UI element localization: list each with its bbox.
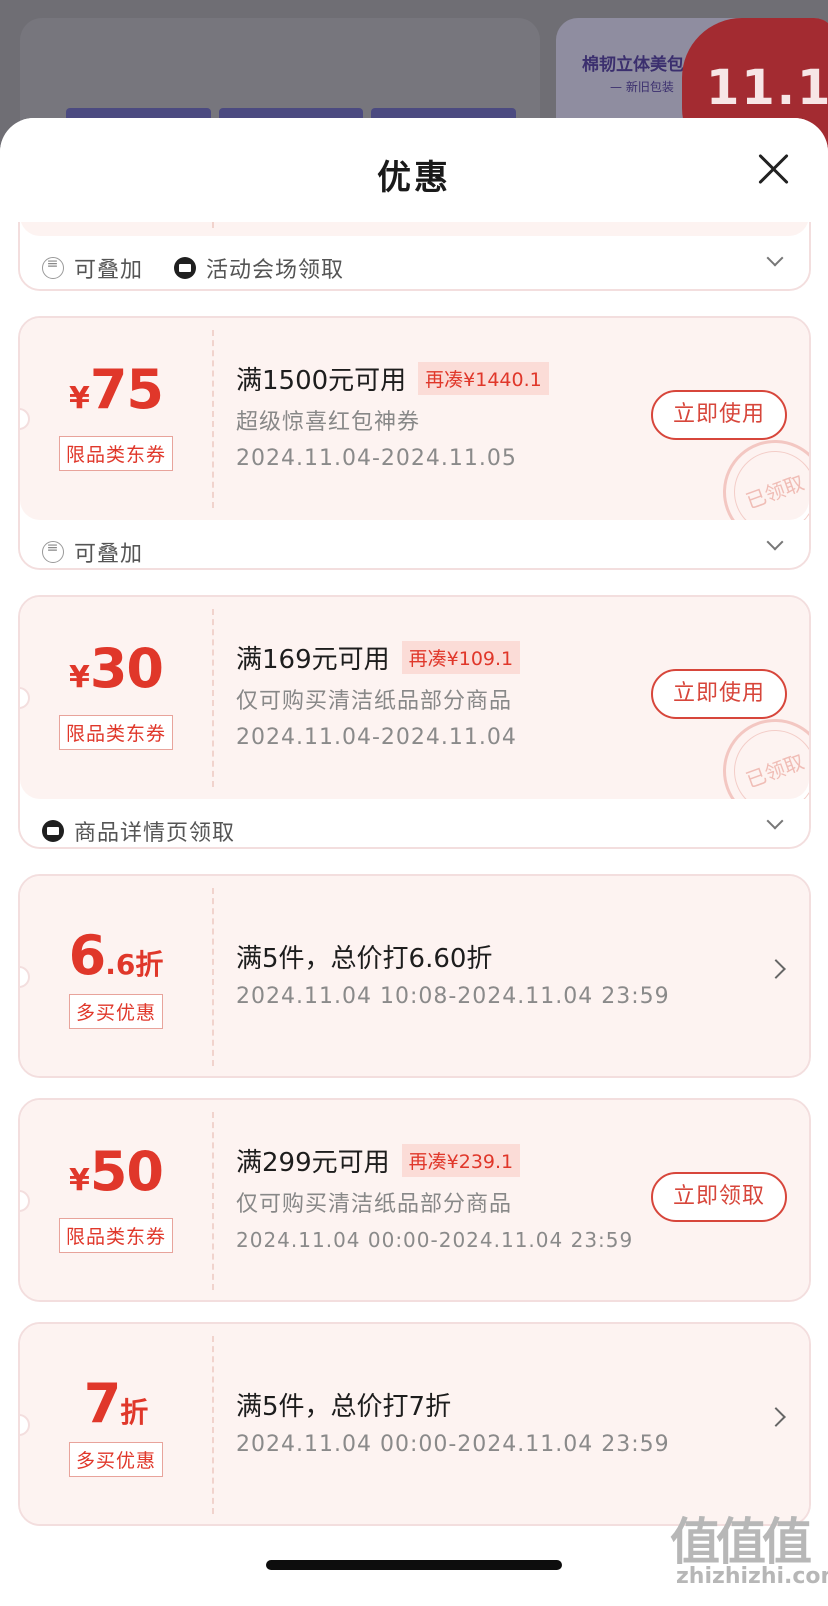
- coupon-group[interactable]: 7折 多买优惠 满5件，总价打7折 2024.11.04 00:00-2024.…: [18, 1322, 811, 1526]
- coupon-type-tag: 限品类东券: [58, 1218, 174, 1253]
- coupon-footer[interactable]: 商品详情页领取: [20, 799, 809, 847]
- use-now-button[interactable]: 立即使用: [651, 669, 787, 719]
- chevron-down-icon[interactable]: [766, 249, 784, 267]
- banner-subtitle: — 新旧包装: [610, 80, 674, 94]
- stackable-label: 可叠加: [42, 252, 143, 284]
- coupon-type-tag: 限品类东券: [58, 715, 174, 750]
- coupon-condition: 满299元可用 再凑¥239.1: [236, 1142, 521, 1179]
- close-icon[interactable]: [756, 152, 790, 186]
- sheet-title: 优惠: [377, 158, 451, 198]
- coupon-condition: 满5件，总价打6.60折: [236, 944, 493, 974]
- coupon-type-tag: 多买优惠: [68, 1442, 164, 1477]
- coupon-card: ¥30 限品类东券 满169元可用 再凑¥109.1 仅可购买清洁纸品部分商品 2…: [20, 597, 809, 838]
- claim-now-button[interactable]: 立即领取: [651, 1172, 787, 1222]
- source-label: 商品详情页领取: [42, 815, 235, 847]
- chevron-down-icon[interactable]: [766, 812, 784, 830]
- coupon-card: ¥75 限品类东券 满1500元可用 再凑¥1440.1 超级惊喜红包神券 202…: [20, 318, 809, 559]
- coupon-date: 2024.11.04-2024.11.04: [236, 725, 517, 750]
- home-indicator: [266, 1560, 562, 1570]
- stack-icon: [42, 540, 64, 563]
- coupon-description: 仅可购买清洁纸品部分商品: [236, 1192, 513, 1217]
- coupon-type-tag: 限品类东券: [58, 436, 174, 471]
- coupon-date: 2024.11.04 10:08-2024.11.04 23:59: [236, 984, 670, 1009]
- chevron-right-icon[interactable]: [766, 959, 786, 979]
- coupon-condition: 满5件，总价打7折: [236, 1392, 452, 1422]
- coupon-value: 6.6折 多买优惠: [20, 876, 212, 1076]
- coupon-value: ¥50 限品类东券: [20, 1100, 212, 1300]
- shortfall-badge: 再凑¥239.1: [401, 1144, 521, 1177]
- coupon-card: 6.6折 多买优惠 满5件，总价打6.60折 2024.11.04 10:08-…: [20, 876, 809, 1076]
- coupon-value: ¥75 限品类东券: [20, 318, 212, 520]
- shortfall-badge: 再凑¥1440.1: [418, 362, 549, 395]
- coupon-footer[interactable]: 可叠加: [20, 520, 809, 568]
- coupon-description: 仅可购买清洁纸品部分商品: [236, 689, 513, 714]
- coupon-type-tag: 多买优惠: [68, 994, 164, 1029]
- watermark-text: zhizhizhi.com: [676, 1564, 828, 1589]
- stack-icon: [42, 256, 64, 279]
- coupon-group: ¥50 限品类东券 满299元可用 再凑¥239.1 仅可购买清洁纸品部分商品 2…: [18, 1098, 811, 1302]
- coupon-value: ¥30 限品类东券: [20, 597, 212, 799]
- coupon-group: ¥30 限品类东券 满169元可用 再凑¥109.1 仅可购买清洁纸品部分商品 2…: [18, 595, 811, 849]
- coupon-condition: 满1500元可用 再凑¥1440.1: [236, 360, 549, 397]
- chevron-down-icon[interactable]: [766, 533, 784, 551]
- coupon-footer[interactable]: 可叠加 活动会场领取: [20, 236, 809, 289]
- shortfall-badge: 再凑¥109.1: [401, 641, 521, 674]
- coupon-value: 7折 多买优惠: [20, 1324, 212, 1524]
- ticket-icon: [174, 257, 196, 279]
- coupon-sheet: 优惠 可叠加 活动会场领取 ¥75 限品类东券: [0, 118, 828, 1606]
- coupon-group[interactable]: 6.6折 多买优惠 满5件，总价打6.60折 2024.11.04 10:08-…: [18, 874, 811, 1078]
- coupon-date: 2024.11.04 00:00-2024.11.04 23:59: [236, 1432, 670, 1457]
- coupon-description: 超级惊喜红包神券: [236, 410, 421, 435]
- coupon-date: 2024.11.04 00:00-2024.11.04 23:59: [236, 1228, 634, 1252]
- chevron-right-icon[interactable]: [766, 1407, 786, 1427]
- coupon-card: ¥50 限品类东券 满299元可用 再凑¥239.1 仅可购买清洁纸品部分商品 2…: [20, 1100, 809, 1300]
- stackable-label: 可叠加: [42, 536, 143, 568]
- source-label: 活动会场领取: [174, 252, 344, 284]
- coupon-card: 7折 多买优惠 满5件，总价打7折 2024.11.04 00:00-2024.…: [20, 1324, 809, 1524]
- coupon-condition: 满169元可用 再凑¥109.1: [236, 639, 521, 676]
- coupon-group: ¥75 限品类东券 满1500元可用 再凑¥1440.1 超级惊喜红包神券 202…: [18, 316, 811, 570]
- coupon-date: 2024.11.04-2024.11.05: [236, 446, 517, 471]
- ticket-icon: [42, 820, 64, 842]
- use-now-button[interactable]: 立即使用: [651, 390, 787, 440]
- sheet-header: 优惠: [0, 118, 828, 222]
- banner-title: 棉韧立体美包: [582, 55, 684, 75]
